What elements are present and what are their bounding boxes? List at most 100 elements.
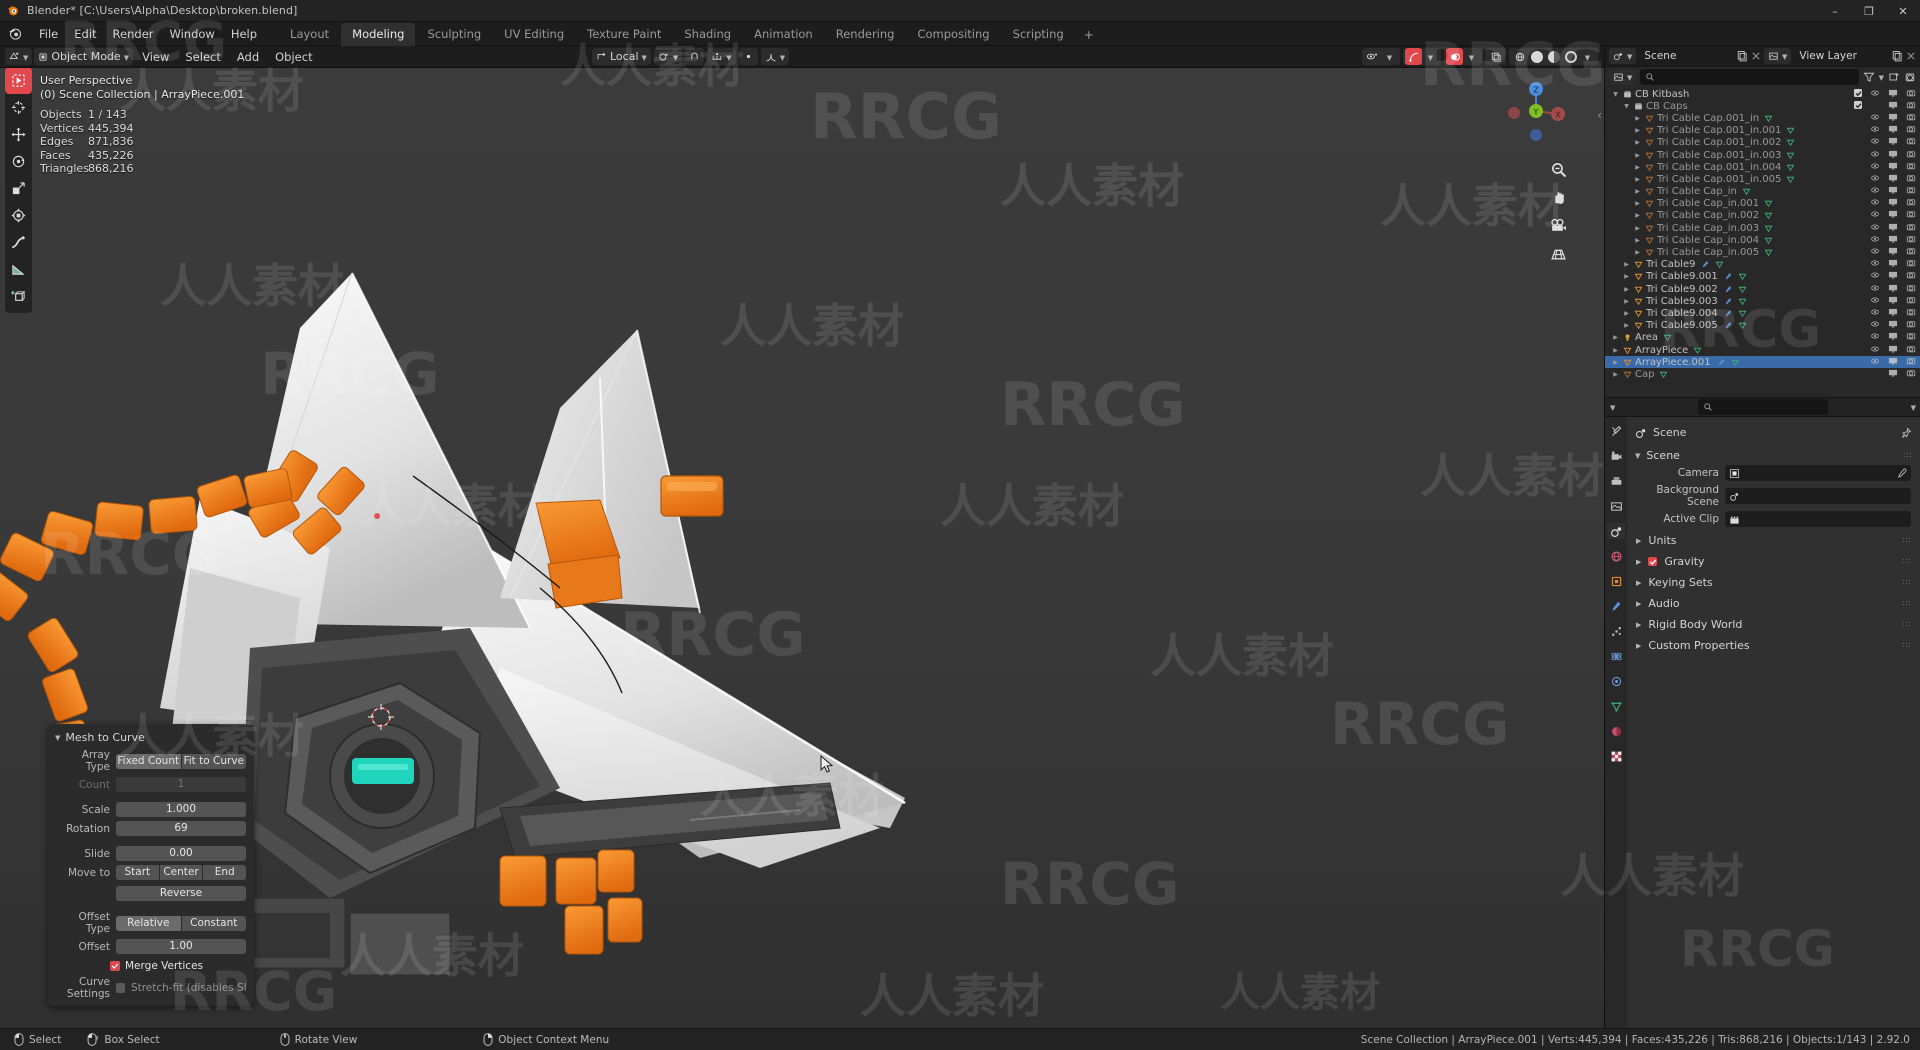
disclosure-triangle[interactable]: ▶ — [1622, 298, 1631, 305]
background-scene-field[interactable] — [1725, 488, 1911, 504]
tool-cursor[interactable] — [5, 94, 32, 121]
navigation-gizmo[interactable]: Z X Y — [1498, 73, 1574, 149]
eyedropper-icon[interactable] — [1896, 468, 1907, 479]
hide-in-viewport-icon[interactable] — [1870, 136, 1880, 149]
show-gizmo-button[interactable] — [1405, 48, 1422, 65]
disable-in-viewports-icon[interactable] — [1888, 331, 1898, 344]
disable-in-renders-icon[interactable] — [1906, 331, 1916, 344]
outliner-row[interactable]: ▶ Tri Cable Cap_in.003 — [1605, 222, 1920, 234]
disclosure-triangle[interactable]: ▶ — [1633, 249, 1642, 256]
editor-type-button[interactable]: ▼ — [5, 48, 33, 65]
outliner-row[interactable]: ▶ Tri Cable Cap.001_in — [1605, 112, 1920, 124]
disable-in-viewports-icon[interactable] — [1888, 136, 1898, 149]
shading-dropdown[interactable]: ▼ — [1579, 48, 1596, 65]
view-layer-name-field[interactable]: View Layer — [1794, 48, 1888, 64]
section-units[interactable]: ▶ Units — [1627, 530, 1920, 551]
object-data-icon[interactable] — [1786, 163, 1795, 172]
outliner-row[interactable]: ▶ Tri Cable Cap_in — [1605, 186, 1920, 198]
outliner-row[interactable]: ▶ Tri Cable9.002 — [1605, 283, 1920, 295]
section-rigid-body-world[interactable]: ▶ Rigid Body World — [1627, 614, 1920, 635]
disable-in-renders-icon[interactable] — [1906, 344, 1916, 357]
object-data-icon[interactable] — [1786, 151, 1795, 160]
outliner-row[interactable]: ▶ Tri Cable9.004 — [1605, 307, 1920, 319]
zoom-view-button[interactable] — [1549, 160, 1568, 179]
slide-field[interactable]: 0.00 — [116, 846, 246, 861]
modifier-icon[interactable] — [1724, 272, 1733, 281]
disable-in-renders-icon[interactable] — [1906, 270, 1916, 283]
disable-in-renders-icon[interactable] — [1906, 234, 1916, 247]
view-layer-browse-button[interactable]: ▼ — [1764, 48, 1792, 64]
shading-material-button[interactable] — [1545, 48, 1562, 65]
object-data-icon[interactable] — [1738, 297, 1747, 306]
menu-edit[interactable]: Edit — [66, 24, 104, 44]
object-data-icon[interactable] — [1764, 199, 1773, 208]
disable-in-viewports-icon[interactable] — [1888, 295, 1898, 308]
prop-tab-object[interactable] — [1607, 573, 1625, 589]
blender-menu-logo-icon[interactable] — [8, 26, 23, 41]
tab-scripting[interactable]: Scripting — [1002, 23, 1075, 46]
outliner-row[interactable]: ▶ Tri Cable9 — [1605, 259, 1920, 271]
disclosure-triangle[interactable]: ▶ — [1611, 371, 1620, 378]
collection-checkbox[interactable] — [1854, 89, 1862, 100]
hide-in-viewport-icon[interactable] — [1870, 197, 1880, 210]
proportional-falloff-selector[interactable]: ▼ — [760, 48, 790, 65]
restriction-render-icon[interactable] — [1904, 71, 1916, 83]
object-data-icon[interactable] — [1731, 358, 1740, 367]
scene-name-field[interactable]: Scene — [1639, 48, 1733, 64]
outliner-row[interactable]: ▶ Tri Cable Cap.001_in.005 — [1605, 173, 1920, 185]
hide-in-viewport-icon[interactable] — [1870, 258, 1880, 271]
move-to-start-button[interactable]: Start — [116, 865, 159, 880]
disable-in-renders-icon[interactable] — [1906, 88, 1916, 101]
object-data-icon[interactable] — [1786, 126, 1795, 135]
camera-field[interactable] — [1725, 465, 1911, 481]
tab-texture-paint[interactable]: Texture Paint — [576, 23, 672, 46]
tool-tweak-select[interactable] — [5, 68, 32, 94]
prop-tab-output[interactable] — [1607, 473, 1625, 489]
disable-in-renders-icon[interactable] — [1906, 246, 1916, 259]
disclosure-triangle[interactable]: ▶ — [1622, 310, 1631, 317]
menu-file[interactable]: File — [31, 24, 66, 44]
modifier-icon[interactable] — [1701, 260, 1710, 269]
disable-in-viewports-icon[interactable] — [1888, 283, 1898, 296]
disclosure-triangle[interactable]: ▶ — [1633, 200, 1642, 207]
disable-in-viewports-icon[interactable] — [1888, 246, 1898, 259]
new-view-layer-icon[interactable] — [1891, 50, 1903, 62]
close-button[interactable]: ✕ — [1886, 0, 1920, 22]
disable-in-viewports-icon[interactable] — [1888, 197, 1898, 210]
filter-funnel-icon[interactable] — [1863, 71, 1875, 83]
hide-in-viewport-icon[interactable] — [1870, 112, 1880, 125]
disclosure-triangle[interactable]: ▶ — [1633, 152, 1642, 159]
tab-sculpting[interactable]: Sculpting — [416, 23, 492, 46]
reverse-button[interactable]: Reverse — [116, 886, 246, 901]
disclosure-triangle[interactable]: ▶ — [1633, 115, 1642, 122]
tool-scale[interactable] — [5, 175, 32, 202]
outliner-row[interactable]: ▶ Tri Cable Cap_in.002 — [1605, 210, 1920, 222]
disable-in-viewports-icon[interactable] — [1888, 344, 1898, 357]
hide-in-viewport-icon[interactable] — [1870, 270, 1880, 283]
tab-compositing[interactable]: Compositing — [906, 23, 1000, 46]
shading-rendered-button[interactable] — [1562, 48, 1579, 65]
array-type-fixed-count-button[interactable]: Fixed Count — [116, 753, 181, 769]
hide-in-viewport-icon[interactable] — [1870, 234, 1880, 247]
count-field[interactable]: 1 — [116, 777, 246, 792]
disable-in-renders-icon[interactable] — [1906, 356, 1916, 369]
object-data-icon[interactable] — [1738, 309, 1747, 318]
viewport-menu-select[interactable]: Select — [178, 48, 227, 66]
object-data-icon[interactable] — [1659, 370, 1668, 379]
prop-tab-world[interactable] — [1607, 548, 1625, 564]
gravity-checkbox[interactable] — [1648, 557, 1658, 566]
outliner-row[interactable]: ▶ Tri Cable Cap_in.005 — [1605, 246, 1920, 258]
prop-tab-constraints[interactable] — [1607, 673, 1625, 689]
disable-in-viewports-icon[interactable] — [1888, 112, 1898, 125]
hide-in-viewport-icon[interactable] — [1870, 319, 1880, 332]
disable-in-renders-icon[interactable] — [1906, 209, 1916, 222]
curve-settings-row[interactable]: Curve Settings Stretch-fit (disables Sli… — [56, 976, 246, 1000]
modifier-icon[interactable] — [1717, 358, 1726, 367]
disable-in-renders-icon[interactable] — [1906, 100, 1916, 113]
outliner-row[interactable]: ▶ Tri Cable9.001 — [1605, 271, 1920, 283]
outliner-row[interactable]: ▶ Tri Cable Cap.001_in.003 — [1605, 149, 1920, 161]
sidebar-toggle-arrow[interactable]: ‹ — [1597, 108, 1602, 122]
disable-in-viewports-icon[interactable] — [1888, 161, 1898, 174]
tab-shading[interactable]: Shading — [673, 23, 742, 46]
active-clip-field[interactable] — [1725, 511, 1911, 527]
